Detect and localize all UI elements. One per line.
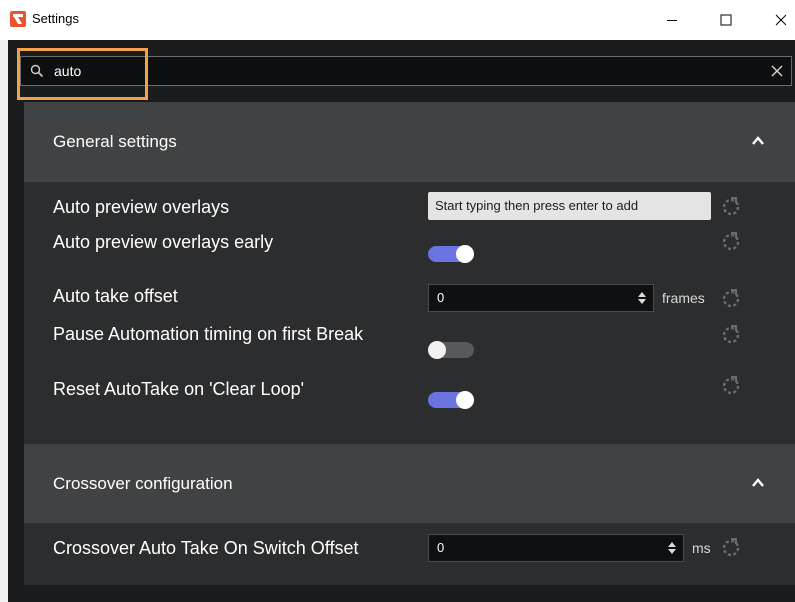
crossover-auto-take-offset-input[interactable]: 0 bbox=[428, 534, 684, 562]
window-title: Settings bbox=[32, 11, 79, 26]
maximize-button[interactable] bbox=[703, 0, 749, 40]
general-settings-header[interactable]: General settings bbox=[24, 102, 795, 182]
chevron-up-icon[interactable] bbox=[751, 476, 765, 490]
setting-label: Auto preview overlays early bbox=[53, 232, 274, 252]
unit-label: frames bbox=[662, 290, 705, 306]
reset-icon[interactable] bbox=[720, 196, 742, 218]
chevron-up-icon[interactable] bbox=[751, 134, 765, 148]
reset-icon[interactable] bbox=[720, 375, 742, 397]
toggle-knob bbox=[456, 391, 474, 409]
search-input[interactable] bbox=[54, 59, 704, 83]
setting-label: Reset AutoTake on 'Clear Loop' bbox=[53, 379, 305, 399]
number-value: 0 bbox=[437, 540, 445, 555]
toggle-knob bbox=[428, 341, 446, 359]
close-window-button[interactable] bbox=[758, 0, 795, 40]
unit-label: ms bbox=[692, 540, 711, 556]
app-logo-icon bbox=[10, 11, 26, 27]
setting-label: Pause Automation timing on first Break bbox=[53, 324, 364, 344]
search-bar bbox=[20, 56, 792, 86]
reset-icon[interactable] bbox=[720, 324, 742, 346]
maximize-icon bbox=[720, 14, 732, 26]
reset-icon[interactable] bbox=[720, 231, 742, 253]
pause-automation-toggle[interactable] bbox=[428, 341, 474, 359]
spinner-arrows-icon[interactable] bbox=[667, 541, 677, 555]
general-settings-body: Auto preview overlays Start typing then … bbox=[24, 182, 795, 444]
reset-icon[interactable] bbox=[720, 537, 742, 559]
title-bar: Settings bbox=[0, 0, 795, 40]
spinner-arrows-icon[interactable] bbox=[637, 291, 647, 305]
settings-content: General settings Auto preview overlays S… bbox=[8, 40, 795, 602]
auto-preview-overlays-input[interactable]: Start typing then press enter to add bbox=[428, 192, 711, 220]
toggle-knob bbox=[456, 245, 474, 263]
setting-label: Auto preview overlays bbox=[53, 197, 230, 217]
setting-label: Auto take offset bbox=[53, 286, 178, 306]
crossover-configuration-body: Crossover Auto Take On Switch Offset 0 m… bbox=[24, 523, 795, 585]
section-title: Crossover configuration bbox=[53, 474, 233, 493]
section-title: General settings bbox=[53, 132, 177, 151]
auto-take-offset-input[interactable]: 0 bbox=[428, 284, 654, 312]
auto-preview-overlays-early-toggle[interactable] bbox=[428, 245, 474, 263]
clear-icon[interactable] bbox=[769, 63, 785, 79]
search-icon bbox=[30, 64, 44, 78]
reset-icon[interactable] bbox=[720, 288, 742, 310]
reset-autotake-toggle[interactable] bbox=[428, 391, 474, 409]
crossover-configuration-header[interactable]: Crossover configuration bbox=[24, 444, 795, 523]
close-icon bbox=[775, 14, 787, 26]
setting-label: Crossover Auto Take On Switch Offset bbox=[53, 538, 359, 558]
minimize-button[interactable] bbox=[649, 0, 695, 40]
minimize-icon bbox=[667, 20, 677, 21]
number-value: 0 bbox=[437, 290, 445, 305]
